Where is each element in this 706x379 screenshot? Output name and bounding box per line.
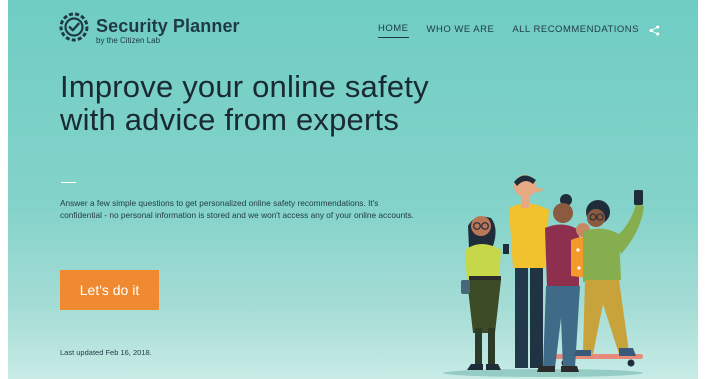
main-nav: HOME WHO WE ARE ALL RECOMMENDATIONS bbox=[360, 23, 660, 38]
share-icon[interactable] bbox=[649, 25, 660, 36]
divider bbox=[61, 182, 76, 183]
brand-logo[interactable]: Security Planner by the Citizen Lab bbox=[58, 11, 240, 45]
nav-all-recommendations[interactable]: ALL RECOMMENDATIONS bbox=[512, 24, 639, 38]
brand-title: Security Planner bbox=[96, 16, 240, 36]
hero-section: Security Planner by the Citizen Lab HOME… bbox=[8, 0, 698, 379]
last-updated-text: Last updated Feb 16, 2018. bbox=[60, 348, 152, 357]
nav-who-we-are[interactable]: WHO WE ARE bbox=[427, 24, 495, 38]
page-headline: Improve your online safety with advice f… bbox=[60, 69, 429, 137]
hero-description: Answer a few simple questions to get per… bbox=[60, 198, 414, 220]
people-illustration bbox=[443, 175, 644, 377]
shield-check-icon bbox=[59, 12, 89, 42]
nav-home[interactable]: HOME bbox=[378, 23, 409, 38]
brand-text: Security Planner by the Citizen Lab bbox=[96, 11, 240, 45]
brand-subtitle: by the Citizen Lab bbox=[96, 36, 161, 45]
start-button[interactable]: Let's do it bbox=[60, 270, 159, 310]
